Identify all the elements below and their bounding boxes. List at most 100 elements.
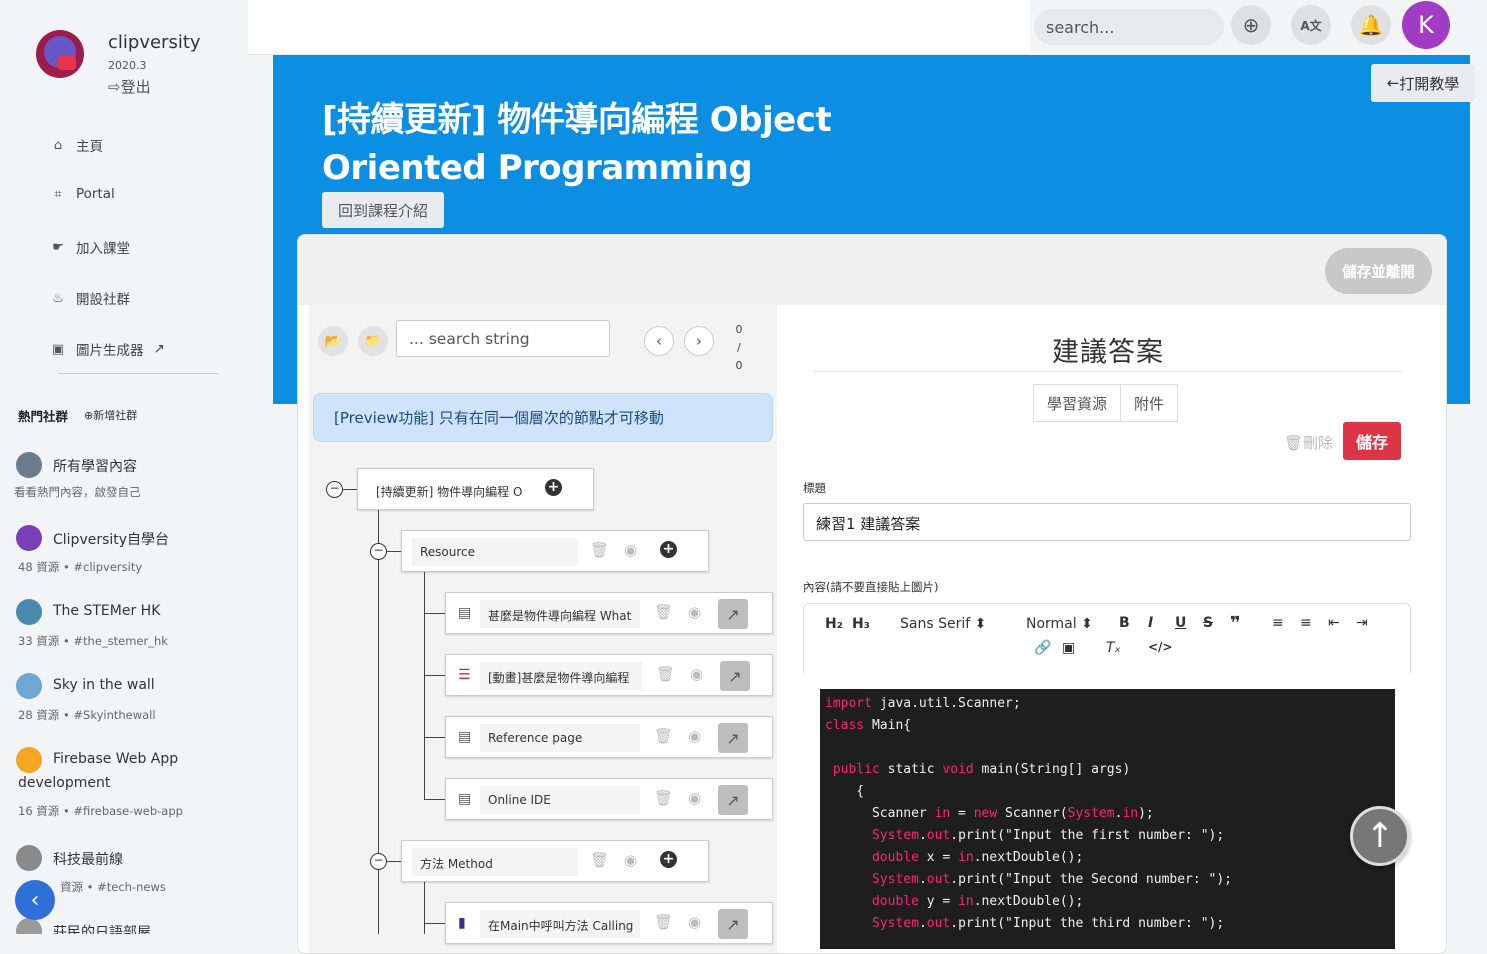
open-external-icon[interactable]: ↗ [718, 785, 748, 815]
collapse-node-icon[interactable]: − [370, 543, 387, 560]
font-select[interactable]: Sans Serif ⬍ [900, 616, 986, 632]
back-to-course-button[interactable]: 回到課程介紹 [322, 192, 444, 228]
user-avatar[interactable]: K [1402, 1, 1450, 49]
italic-button[interactable]: I [1148, 615, 1153, 631]
tree-node-item[interactable]: ☰ [動畫]甚麼是物件導向編程 🗑 ◉ ↗ [445, 654, 773, 696]
trash-icon[interactable]: 🗑 [654, 727, 673, 745]
tree-connector [424, 572, 425, 800]
clipversity-logo[interactable] [36, 30, 84, 78]
save-and-leave-button[interactable]: 儲存並離開 [1325, 248, 1432, 294]
tree-node-method[interactable]: 方法 Method 🗑 ◉ + [401, 840, 709, 882]
next-match-button[interactable]: › [684, 326, 714, 356]
database-icon: ☰ [458, 667, 471, 683]
tree-node-item[interactable]: ▤ Reference page 🗑 ◉ ↗ [445, 716, 773, 758]
tree-node-item[interactable]: ▮ 在Main中呼叫方法 Calling 🗑 ◉ ↗ [445, 902, 773, 944]
card-header [298, 235, 1446, 305]
add-community-link[interactable]: ⊕新增社群 [84, 407, 137, 423]
trash-icon[interactable]: 🗑 [654, 913, 673, 931]
expand-all-button[interactable]: 📂 [318, 326, 348, 356]
chevron-left-icon: ‹ [30, 887, 40, 913]
plus-circle-icon: ⊕ [1242, 13, 1260, 37]
indent-icon[interactable]: ⇥ [1356, 615, 1368, 631]
eye-icon[interactable]: ◉ [688, 789, 701, 807]
code-icon[interactable]: </> [1148, 640, 1173, 654]
tree-connector [424, 613, 446, 614]
sidebar-divider [58, 373, 218, 374]
outdent-icon[interactable]: ⇤ [1328, 615, 1340, 631]
app-version: 2020.3 [108, 59, 147, 72]
nav-item-join-class[interactable]: ☛ 加入課堂 [50, 237, 220, 258]
save-button[interactable]: 儲存 [1343, 422, 1401, 460]
community-avatar [16, 845, 42, 871]
folder-icon: 📁 [364, 333, 382, 349]
heading3-button[interactable]: H₃ [852, 616, 870, 632]
image-icon[interactable]: ▣ [1062, 640, 1075, 656]
eye-icon[interactable]: ◉ [690, 665, 703, 683]
nav-item-create-community[interactable]: ♨ 開設社群 [50, 288, 220, 309]
collapse-all-button[interactable]: 📁 [358, 326, 388, 356]
tree-node-resource[interactable]: Resource 🗑 ◉ + [401, 530, 709, 572]
scroll-to-top-button[interactable]: ↑ [1350, 806, 1410, 866]
nav-item-image-generator[interactable]: ▣ 圖片生成器 ↗ [50, 339, 220, 359]
document-icon: ▤ [458, 605, 472, 621]
community-name: The STEMer HK [53, 603, 161, 619]
trash-icon[interactable]: 🗑 [590, 541, 609, 559]
tree-node-root[interactable]: [持續更新] 物件導向編程 O + [357, 468, 594, 510]
strike-button[interactable]: S [1203, 615, 1213, 631]
create-community-icon: ♨ [52, 290, 64, 306]
tree-search-input[interactable]: ... search string [396, 320, 610, 357]
home-icon: ⌂ [53, 137, 63, 153]
nav-item-portal[interactable]: ⌗ Portal [50, 186, 220, 202]
tree-node-item[interactable]: ▤ 甚麼是物件導向編程 What 🗑 ◉ ↗ [445, 592, 773, 634]
trash-icon[interactable]: 🗑 [654, 603, 673, 621]
eye-icon[interactable]: ◉ [688, 603, 701, 621]
open-tutorial-button[interactable]: ← 打開教學 [1371, 64, 1475, 102]
tree-connector [424, 737, 446, 738]
external-link-icon: ↗ [153, 341, 165, 357]
add-child-icon[interactable]: + [660, 851, 677, 868]
open-external-icon[interactable]: ↗ [720, 661, 750, 691]
clear-format-icon[interactable]: Tₓ [1106, 640, 1121, 656]
tab-learning-resource[interactable]: 學習資源 [1034, 385, 1122, 421]
tab-attachments[interactable]: 附件 [1121, 385, 1177, 421]
eye-icon[interactable]: ◉ [688, 913, 701, 931]
collapse-node-icon[interactable]: − [326, 481, 343, 498]
code-block[interactable]: import java.util.Scanner; class Main{ pu… [820, 689, 1395, 949]
arrow-left-icon: ← [1386, 74, 1400, 92]
add-child-icon[interactable]: + [545, 479, 562, 496]
size-select[interactable]: Normal ⬍ [1026, 616, 1093, 632]
sidebar: clipversity 2020.3 ⇨登出 ⌂ 主頁 ⌗ Portal ☛ 加入課堂… [0, 0, 248, 934]
add-button[interactable]: ⊕ [1231, 5, 1271, 45]
translate-button[interactable]: A文 [1291, 5, 1331, 45]
ordered-list-icon[interactable]: ≡ [1272, 615, 1284, 631]
eye-icon[interactable]: ◉ [624, 851, 637, 869]
logout-link[interactable]: ⇨登出 [108, 76, 151, 97]
trash-icon[interactable]: 🗑 [656, 665, 675, 683]
tree-node-item[interactable]: ▤ Online IDE 🗑 ◉ ↗ [445, 778, 773, 820]
open-external-icon[interactable]: ↗ [718, 909, 748, 939]
open-external-icon[interactable]: ↗ [718, 723, 748, 753]
notifications-button[interactable]: 🔔 [1351, 5, 1391, 45]
delete-button[interactable]: 🗑刪除 [1284, 432, 1333, 453]
title-field[interactable]: 練習1 建議答案 [803, 503, 1411, 541]
add-child-icon[interactable]: + [660, 541, 677, 558]
bold-button[interactable]: B [1119, 615, 1130, 631]
collapse-sidebar-button[interactable]: ‹ [15, 880, 55, 920]
heading2-button[interactable]: H₂ [825, 616, 843, 632]
trash-icon[interactable]: 🗑 [590, 851, 609, 869]
open-external-icon[interactable]: ↗ [718, 599, 748, 629]
collapse-node-icon[interactable]: − [370, 853, 387, 870]
underline-button[interactable]: U [1175, 615, 1186, 631]
bullet-list-icon[interactable]: ≡ [1300, 615, 1312, 631]
link-icon[interactable]: 🔗 [1034, 640, 1051, 656]
blockquote-button[interactable]: ❞ [1230, 613, 1241, 634]
trash-icon[interactable]: 🗑 [654, 789, 673, 807]
nav-item-home[interactable]: ⌂ 主頁 [50, 135, 220, 156]
prev-match-button[interactable]: ‹ [644, 326, 674, 356]
search-input[interactable]: search... [1034, 9, 1224, 45]
eye-icon[interactable]: ◉ [624, 541, 637, 559]
editor-title: 建議答案 [1052, 337, 1164, 368]
trash-icon: 🗑 [1284, 434, 1304, 452]
eye-icon[interactable]: ◉ [688, 727, 701, 745]
title-label: 標題 [803, 481, 826, 495]
